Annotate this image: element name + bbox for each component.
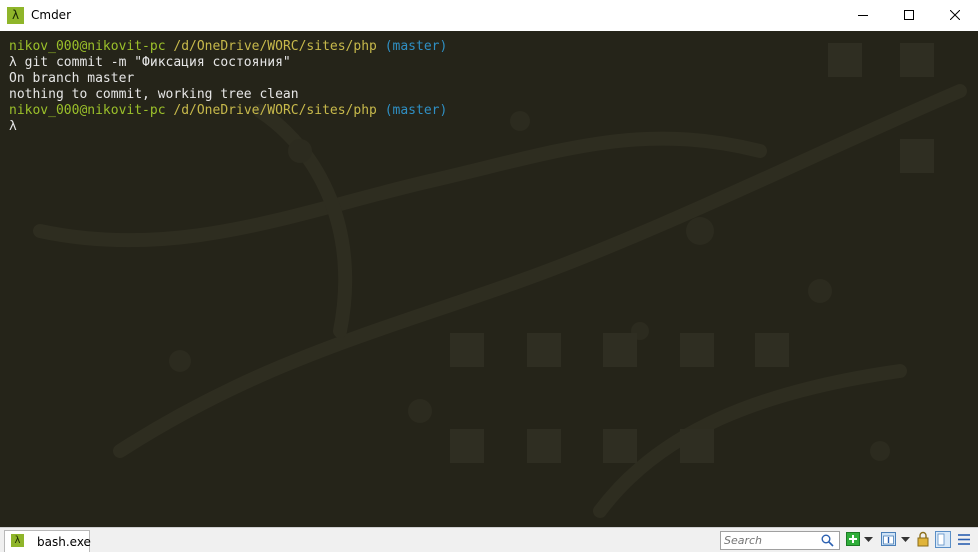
console-text: /d/OneDrive/WORC/sites/php (173, 39, 377, 54)
console-text: (master) (384, 103, 448, 118)
maximize-icon (904, 10, 914, 20)
console-text: (master) (384, 39, 448, 54)
search-input[interactable] (724, 533, 816, 548)
minimize-icon (858, 15, 868, 16)
console-text: nikov_000@nikovit-pc (9, 39, 166, 54)
chevron-down-icon[interactable] (901, 537, 910, 543)
console-output: nikov_000@nikovit-pc /d/OneDrive/WORC/si… (9, 39, 447, 135)
console-line: On branch master (9, 71, 447, 87)
console-text: /d/OneDrive/WORC/sites/php (173, 103, 377, 118)
layout-icon[interactable] (881, 532, 896, 547)
chevron-down-icon[interactable] (864, 537, 873, 543)
minimize-button[interactable] (840, 0, 886, 31)
close-button[interactable] (932, 0, 978, 31)
hamburger-icon[interactable] (958, 534, 970, 545)
console-text: λ (9, 119, 17, 134)
close-icon (950, 10, 960, 20)
cmder-window: λ Cmder nikov_000@nikovit-pc /d/OneDrive… (0, 0, 978, 552)
console-text: nothing to commit, working tree clean (9, 87, 299, 102)
plus-icon[interactable] (846, 532, 860, 547)
lock-icon[interactable] (917, 531, 929, 547)
maximize-button[interactable] (886, 0, 932, 31)
lambda-icon[interactable]: λ (7, 7, 24, 24)
tab-label: bash.exe (37, 535, 91, 549)
console-area[interactable]: nikov_000@nikovit-pc /d/OneDrive/WORC/si… (0, 31, 978, 527)
console-line: λ (9, 119, 447, 135)
console-line: nothing to commit, working tree clean (9, 87, 447, 103)
console-line: nikov_000@nikovit-pc /d/OneDrive/WORC/si… (9, 39, 447, 55)
search-box[interactable] (720, 531, 840, 550)
window-title: Cmder (31, 8, 72, 22)
console-tab[interactable]: λ bash.exe (4, 530, 91, 552)
console-line: λ git commit -m "Фиксация состояния" (9, 55, 447, 71)
console-text: λ git commit -m "Фиксация состояния" (9, 55, 291, 70)
search-icon[interactable] (821, 534, 834, 547)
console-text: On branch master (9, 71, 135, 86)
status-bar: λ bash.exe (0, 527, 978, 552)
title-bar[interactable]: λ Cmder (0, 0, 978, 32)
console-text: nikov_000@nikovit-pc (9, 103, 166, 118)
split-view-icon[interactable] (935, 531, 951, 548)
console-line: nikov_000@nikovit-pc /d/OneDrive/WORC/si… (9, 103, 447, 119)
lambda-icon: λ (11, 534, 24, 547)
